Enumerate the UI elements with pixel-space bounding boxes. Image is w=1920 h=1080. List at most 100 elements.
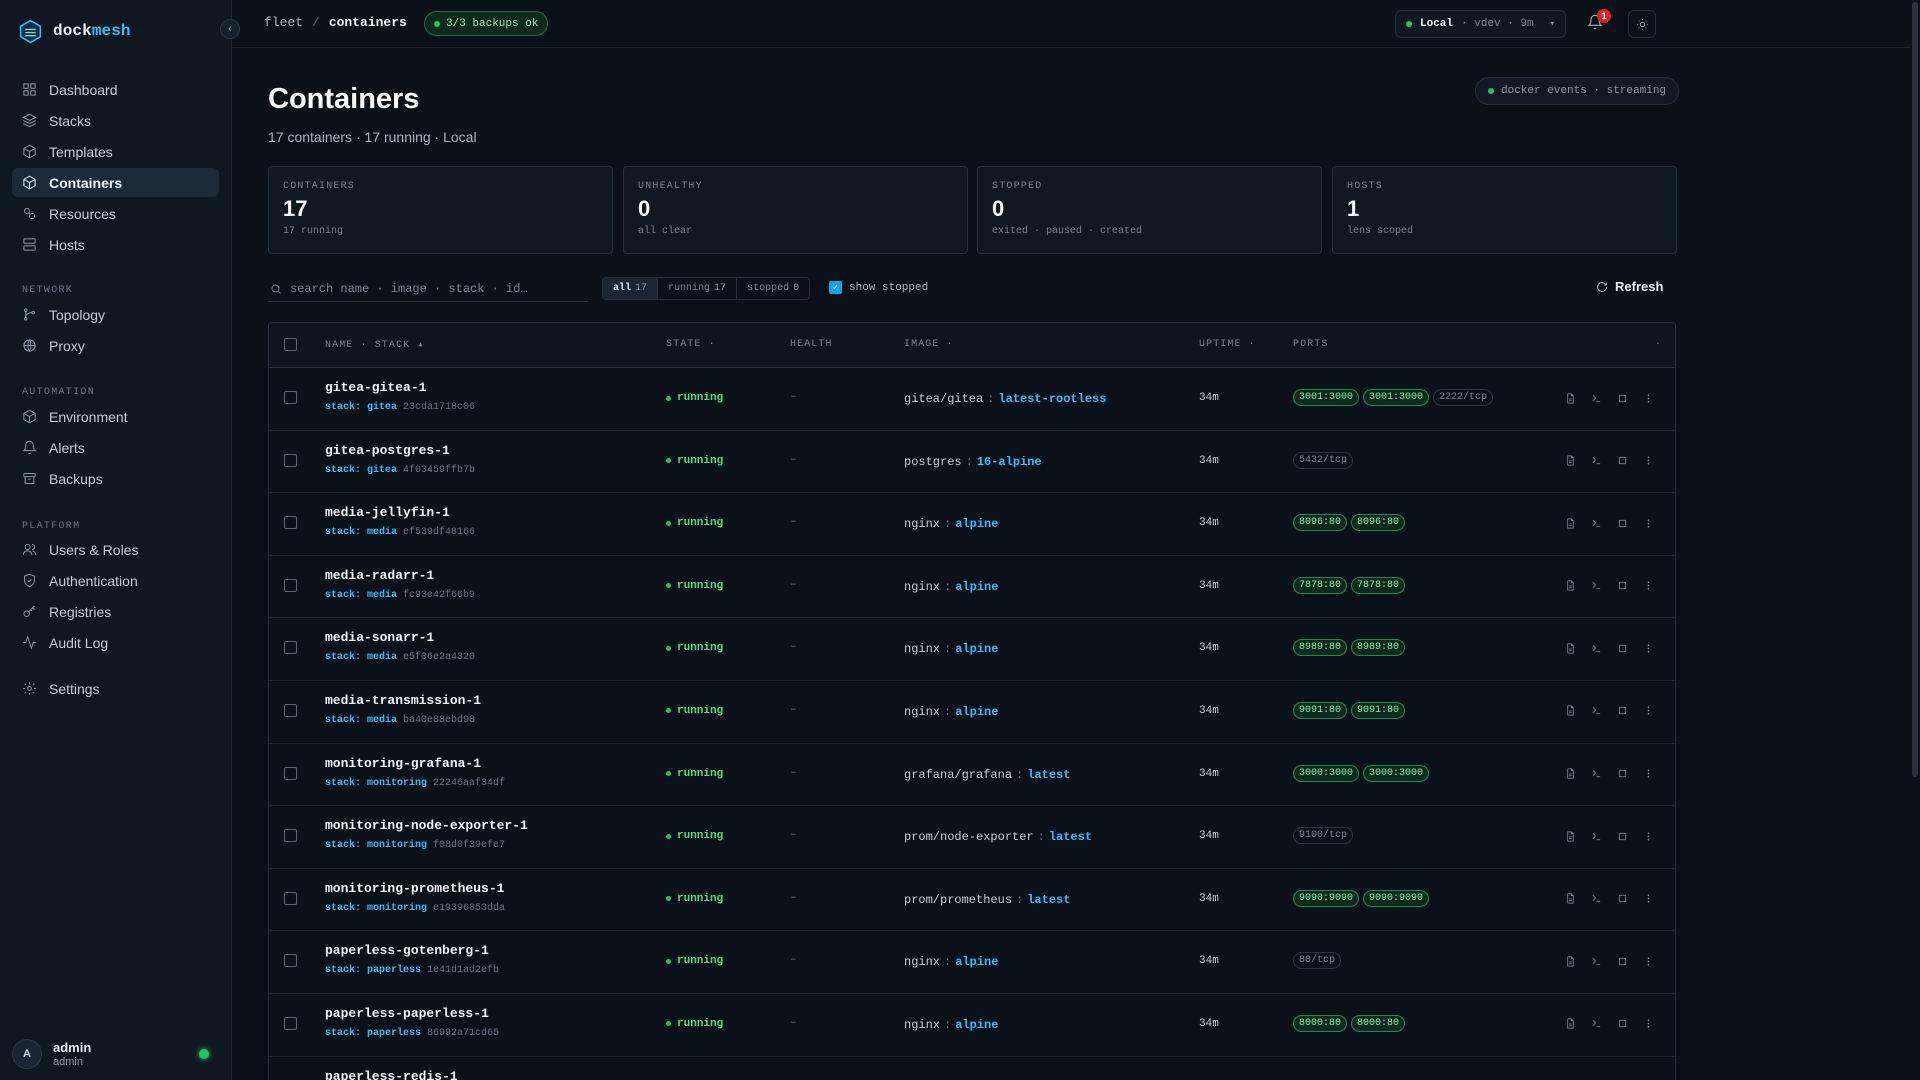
sidebar-item-resources[interactable]: Resources <box>12 199 219 228</box>
stack-name[interactable]: stack: media <box>325 527 397 538</box>
more-menu-button[interactable] <box>1641 767 1655 781</box>
port-badge[interactable]: 3001:3000 <box>1363 389 1430 406</box>
backup-status-badge[interactable]: 3/3 backups ok <box>424 11 549 36</box>
container-name[interactable]: monitoring-prometheus-1 <box>325 881 504 896</box>
refresh-button[interactable]: Refresh <box>1596 279 1663 294</box>
logs-button[interactable] <box>1563 516 1577 530</box>
stack-name[interactable]: stack: monitoring <box>325 840 427 851</box>
row-checkbox[interactable] <box>284 578 297 592</box>
search-input[interactable] <box>290 281 580 296</box>
logs-button[interactable] <box>1563 1017 1577 1031</box>
stop-button[interactable] <box>1615 516 1629 530</box>
terminal-button[interactable] <box>1589 516 1603 530</box>
terminal-button[interactable] <box>1589 892 1603 906</box>
brand-logo[interactable]: dockmesh <box>18 17 131 45</box>
terminal-button[interactable] <box>1589 704 1603 718</box>
logs-button[interactable] <box>1563 454 1577 468</box>
logs-button[interactable] <box>1563 391 1577 405</box>
stack-name[interactable]: stack: media <box>325 715 397 726</box>
stop-button[interactable] <box>1615 829 1629 843</box>
stop-button[interactable] <box>1615 454 1629 468</box>
host-selector[interactable]: Local · vdev · 9m ▾ <box>1395 10 1566 38</box>
row-checkbox[interactable] <box>284 1016 297 1030</box>
stack-name[interactable]: stack: monitoring <box>325 903 427 914</box>
sidebar-item-hosts[interactable]: Hosts <box>12 230 219 259</box>
container-name[interactable]: paperless-redis-1 <box>325 1069 458 1080</box>
terminal-button[interactable] <box>1589 829 1603 843</box>
table-row[interactable]: media-transmission-1 stack: media ba40e88e… <box>269 681 1675 744</box>
header-name[interactable]: NAME · STACK ▴ <box>325 339 424 351</box>
row-checkbox[interactable] <box>284 453 297 467</box>
search-field[interactable] <box>268 276 588 302</box>
port-badge[interactable]: 3000:3000 <box>1293 764 1360 782</box>
terminal-button[interactable] <box>1589 454 1603 468</box>
row-checkbox[interactable] <box>284 891 297 905</box>
sidebar-item-templates[interactable]: Templates <box>12 137 219 166</box>
scrollbar-thumb[interactable] <box>1912 2 1918 777</box>
more-menu-button[interactable] <box>1641 954 1655 968</box>
container-name[interactable]: media-transmission-1 <box>325 693 481 708</box>
row-checkbox[interactable] <box>284 954 297 968</box>
terminal-button[interactable] <box>1589 954 1603 968</box>
container-name[interactable]: media-radarr-1 <box>325 568 434 583</box>
table-row[interactable]: monitoring-node-exporter-1 stack: monitor… <box>269 806 1675 869</box>
stop-button[interactable] <box>1615 641 1629 655</box>
port-badge[interactable]: 8096:80 <box>1293 514 1348 532</box>
more-menu-button[interactable] <box>1641 454 1655 468</box>
container-name[interactable]: gitea-gitea-1 <box>325 380 426 395</box>
port-badge[interactable]: 9090:9090 <box>1363 889 1430 907</box>
logs-button[interactable] <box>1563 892 1577 906</box>
terminal-button[interactable] <box>1589 579 1603 593</box>
stack-name[interactable]: stack: gitea <box>325 402 397 413</box>
stop-button[interactable] <box>1615 391 1629 405</box>
port-badge[interactable]: 3000:3000 <box>1363 764 1430 782</box>
filter-tab-running[interactable]: running 17 <box>658 278 738 299</box>
sidebar-item-registries[interactable]: Registries <box>12 597 219 626</box>
more-menu-button[interactable] <box>1641 579 1655 593</box>
port-badge[interactable]: 7878:80 <box>1293 576 1348 594</box>
filter-tab-stopped[interactable]: stopped 0 <box>737 278 809 299</box>
table-row[interactable]: media-jellyfin-1 stack: media ef539df48166… <box>269 493 1675 556</box>
show-stopped-toggle[interactable]: ✓ show stopped <box>829 281 928 294</box>
table-row[interactable]: paperless-gotenberg-1 stack: paperless 1e4… <box>269 931 1675 994</box>
theme-toggle-button[interactable] <box>1628 10 1656 38</box>
stop-button[interactable] <box>1615 1017 1629 1031</box>
row-checkbox[interactable] <box>284 641 297 655</box>
port-badge[interactable]: 8000:80 <box>1351 1014 1406 1032</box>
filter-tab-all[interactable]: all 17 <box>603 278 659 299</box>
stop-button[interactable] <box>1615 892 1629 906</box>
sidebar-item-stacks[interactable]: Stacks <box>12 106 219 135</box>
checkbox-checked-icon[interactable]: ✓ <box>829 281 842 294</box>
terminal-button[interactable] <box>1589 391 1603 405</box>
container-name[interactable]: paperless-gotenberg-1 <box>325 943 489 958</box>
table-row[interactable]: paperless-paperless-1 stack: paperless 869… <box>269 994 1675 1057</box>
table-row[interactable]: gitea-gitea-1 stack: gitea 23cda1718c06 run… <box>269 368 1675 431</box>
container-name[interactable]: monitoring-node-exporter-1 <box>325 818 528 833</box>
container-name[interactable]: monitoring-grafana-1 <box>325 756 481 771</box>
stop-button[interactable] <box>1615 704 1629 718</box>
header-state[interactable]: STATE · <box>666 339 716 350</box>
stop-button[interactable] <box>1615 954 1629 968</box>
more-menu-button[interactable] <box>1641 892 1655 906</box>
sidebar-item-users-roles[interactable]: Users & Roles <box>12 535 219 564</box>
table-row[interactable]: monitoring-grafana-1 stack: monitoring 222… <box>269 744 1675 807</box>
logs-button[interactable] <box>1563 704 1577 718</box>
more-menu-button[interactable] <box>1641 391 1655 405</box>
stack-name[interactable]: stack: gitea <box>325 465 397 476</box>
stack-name[interactable]: stack: paperless <box>325 965 421 976</box>
container-name[interactable]: gitea-postgres-1 <box>325 443 450 458</box>
stop-button[interactable] <box>1615 579 1629 593</box>
row-checkbox[interactable] <box>284 516 297 530</box>
sidebar-item-settings[interactable]: Settings <box>12 674 219 703</box>
container-name[interactable]: paperless-paperless-1 <box>325 1006 489 1021</box>
stack-name[interactable]: stack: monitoring <box>325 778 427 789</box>
port-badge[interactable]: 8096:80 <box>1351 514 1406 532</box>
sidebar-item-backups[interactable]: Backups <box>12 464 219 493</box>
stack-name[interactable]: stack: media <box>325 652 397 663</box>
header-columns-menu[interactable]: · <box>1655 339 1662 350</box>
sidebar-item-topology[interactable]: Topology <box>12 300 219 329</box>
user-menu[interactable]: A admin admin <box>12 1038 219 1070</box>
sidebar-item-proxy[interactable]: Proxy <box>12 331 219 360</box>
more-menu-button[interactable] <box>1641 641 1655 655</box>
more-menu-button[interactable] <box>1641 829 1655 843</box>
